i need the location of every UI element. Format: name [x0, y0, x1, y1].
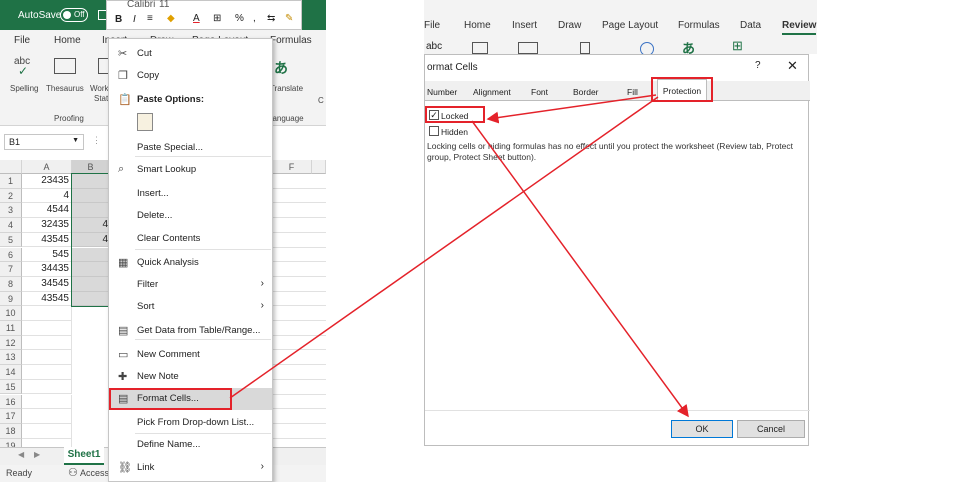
arrow-format-cells-to-protection: [229, 96, 659, 399]
annotation-arrows: [229, 94, 689, 418]
arrow-locked-to-ok: [471, 120, 689, 418]
